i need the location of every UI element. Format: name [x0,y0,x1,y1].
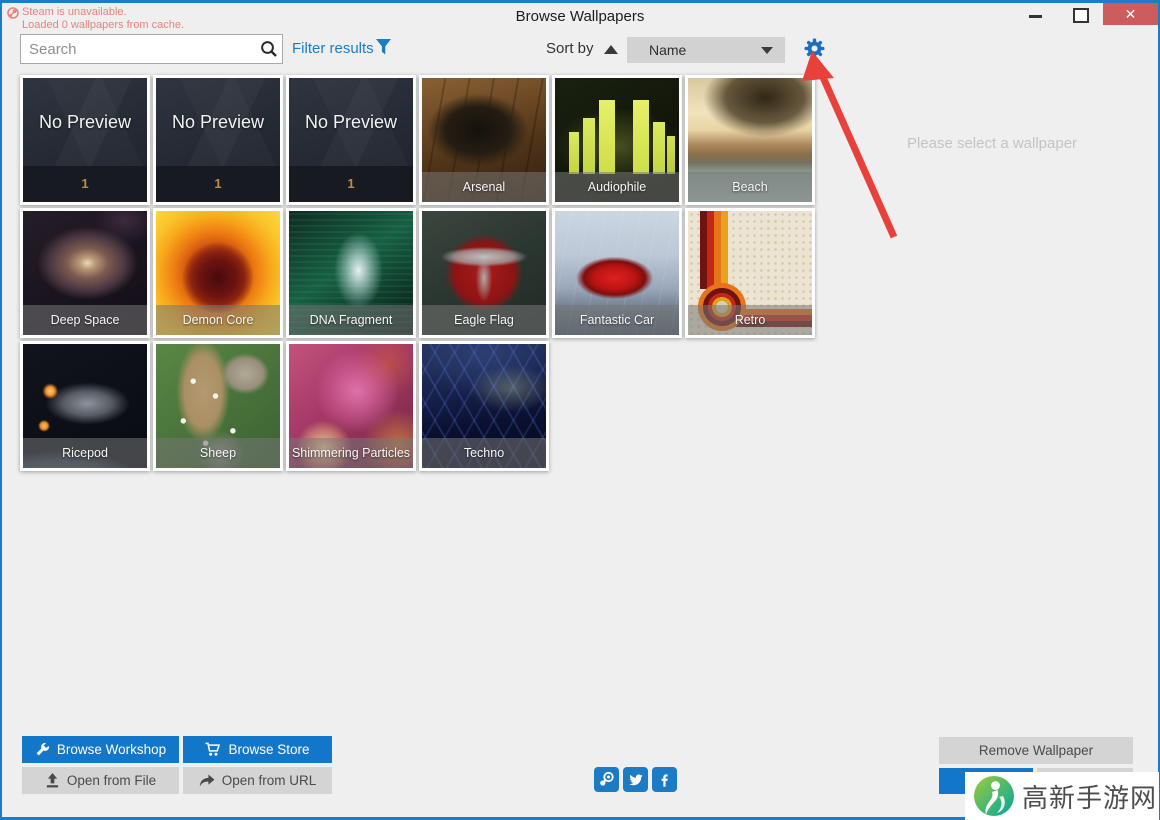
watermark: 高新手游网 [965,772,1159,820]
wallpaper-title-label: Retro [688,305,812,335]
wallpaper-title-label: Arsenal [422,172,546,202]
chevron-down-icon [761,47,773,54]
wallpaper-tile-eagle-flag[interactable]: Eagle Flag [419,208,549,338]
open-from-file-button[interactable]: Open from File [22,767,179,794]
browse-wallpapers-window: Browse Wallpapers ✕ Steam is unavailable… [0,0,1160,820]
sort-dropdown[interactable]: Name [627,37,785,63]
tile-count-strip: 1 [156,166,280,202]
upload-icon [45,773,60,788]
tile-count-badge: 1 [347,176,354,191]
steam-link-icon[interactable] [594,767,619,792]
close-icon: ✕ [1125,6,1137,23]
wallpaper-tile-no-preview-1[interactable]: No Preview 1 [20,75,150,205]
status-messages: Steam is unavailable. Loaded 0 wallpaper… [7,6,184,32]
wallpaper-tile-techno[interactable]: Techno [419,341,549,471]
tile-count-badge: 1 [214,176,221,191]
no-preview-text: No Preview [289,112,413,133]
browse-store-button[interactable]: Browse Store [183,736,332,763]
wallpaper-tile-dna-fragment[interactable]: DNA Fragment [286,208,416,338]
wallpaper-title-label: Demon Core [156,305,280,335]
browse-store-label: Browse Store [228,742,309,757]
sort-dropdown-value: Name [649,42,686,58]
wallpaper-tile-retro[interactable]: Retro [685,208,815,338]
sort-by-label: Sort by [546,40,594,57]
search-icon[interactable] [256,40,282,58]
wallpaper-tile-beach[interactable]: Beach [685,75,815,205]
steam-icon [7,7,19,19]
wallpaper-tile-deep-space[interactable]: Deep Space [20,208,150,338]
wallpaper-grid: No Preview 1 No Preview 1 No Preview 1 Arsenal… [20,75,820,474]
wallpaper-tile-audiophile[interactable]: Audiophile [552,75,682,205]
wallpaper-tile-fantastic-car[interactable]: Fantastic Car [552,208,682,338]
search-input[interactable] [21,41,256,58]
social-links [594,767,677,792]
twitter-link-icon[interactable] [623,767,648,792]
wallpaper-tile-sheep[interactable]: Sheep [153,341,283,471]
wallpaper-title-label: Sheep [156,438,280,468]
wallpaper-title-label: Eagle Flag [422,305,546,335]
tile-count-strip: 1 [289,166,413,202]
url-arrow-icon [199,774,215,788]
wallpaper-tile-ricepod[interactable]: Ricepod [20,341,150,471]
no-preview-text: No Preview [156,112,280,133]
open-from-file-label: Open from File [67,773,156,788]
open-from-url-button[interactable]: Open from URL [183,767,332,794]
remove-wallpaper-label: Remove Wallpaper [979,743,1093,758]
wrench-icon [35,742,50,757]
search-box [20,34,283,64]
remove-wallpaper-button[interactable]: Remove Wallpaper [939,737,1133,764]
facebook-link-icon[interactable] [652,767,677,792]
wallpaper-title-label: Shimmering Particles [289,438,413,468]
wallpaper-tile-no-preview-2[interactable]: No Preview 1 [153,75,283,205]
minimize-button[interactable] [1015,3,1059,25]
wallpaper-title-label: Deep Space [23,305,147,335]
steam-unavailable-text: Steam is unavailable. [22,6,127,19]
wallpaper-title-label: Fantastic Car [555,305,679,335]
window-controls: ✕ [1015,3,1158,25]
sort-ascending-icon[interactable] [604,45,618,54]
wallpaper-tile-no-preview-3[interactable]: No Preview 1 [286,75,416,205]
preview-placeholder-text: Please select a wallpaper [832,135,1152,152]
wallpaper-title-label: Beach [688,172,812,202]
close-button[interactable]: ✕ [1103,3,1158,25]
settings-gear-icon[interactable] [804,38,825,59]
wallpaper-title-label: Techno [422,438,546,468]
wallpaper-title-label: Ricepod [23,438,147,468]
wallpaper-title-label: Audiophile [555,172,679,202]
wallpaper-tile-demon-core[interactable]: Demon Core [153,208,283,338]
wallpaper-tile-shimmering-particles[interactable]: Shimmering Particles [286,341,416,471]
maximize-button[interactable] [1059,3,1103,25]
no-preview-text: No Preview [23,112,147,133]
filter-icon[interactable] [376,39,392,61]
tile-count-badge: 1 [81,176,88,191]
tile-count-strip: 1 [23,166,147,202]
browse-workshop-button[interactable]: Browse Workshop [22,736,179,763]
watermark-text: 高新手游网 [1022,778,1157,815]
open-from-url-label: Open from URL [222,773,317,788]
filter-results-link[interactable]: Filter results [292,40,374,57]
wallpaper-title-label: DNA Fragment [289,305,413,335]
wallpaper-tile-arsenal[interactable]: Arsenal [419,75,549,205]
watermark-logo-icon [973,775,1015,817]
browse-workshop-label: Browse Workshop [57,742,166,757]
cart-icon [205,742,221,757]
cache-loaded-text: Loaded 0 wallpapers from cache. [7,19,184,32]
